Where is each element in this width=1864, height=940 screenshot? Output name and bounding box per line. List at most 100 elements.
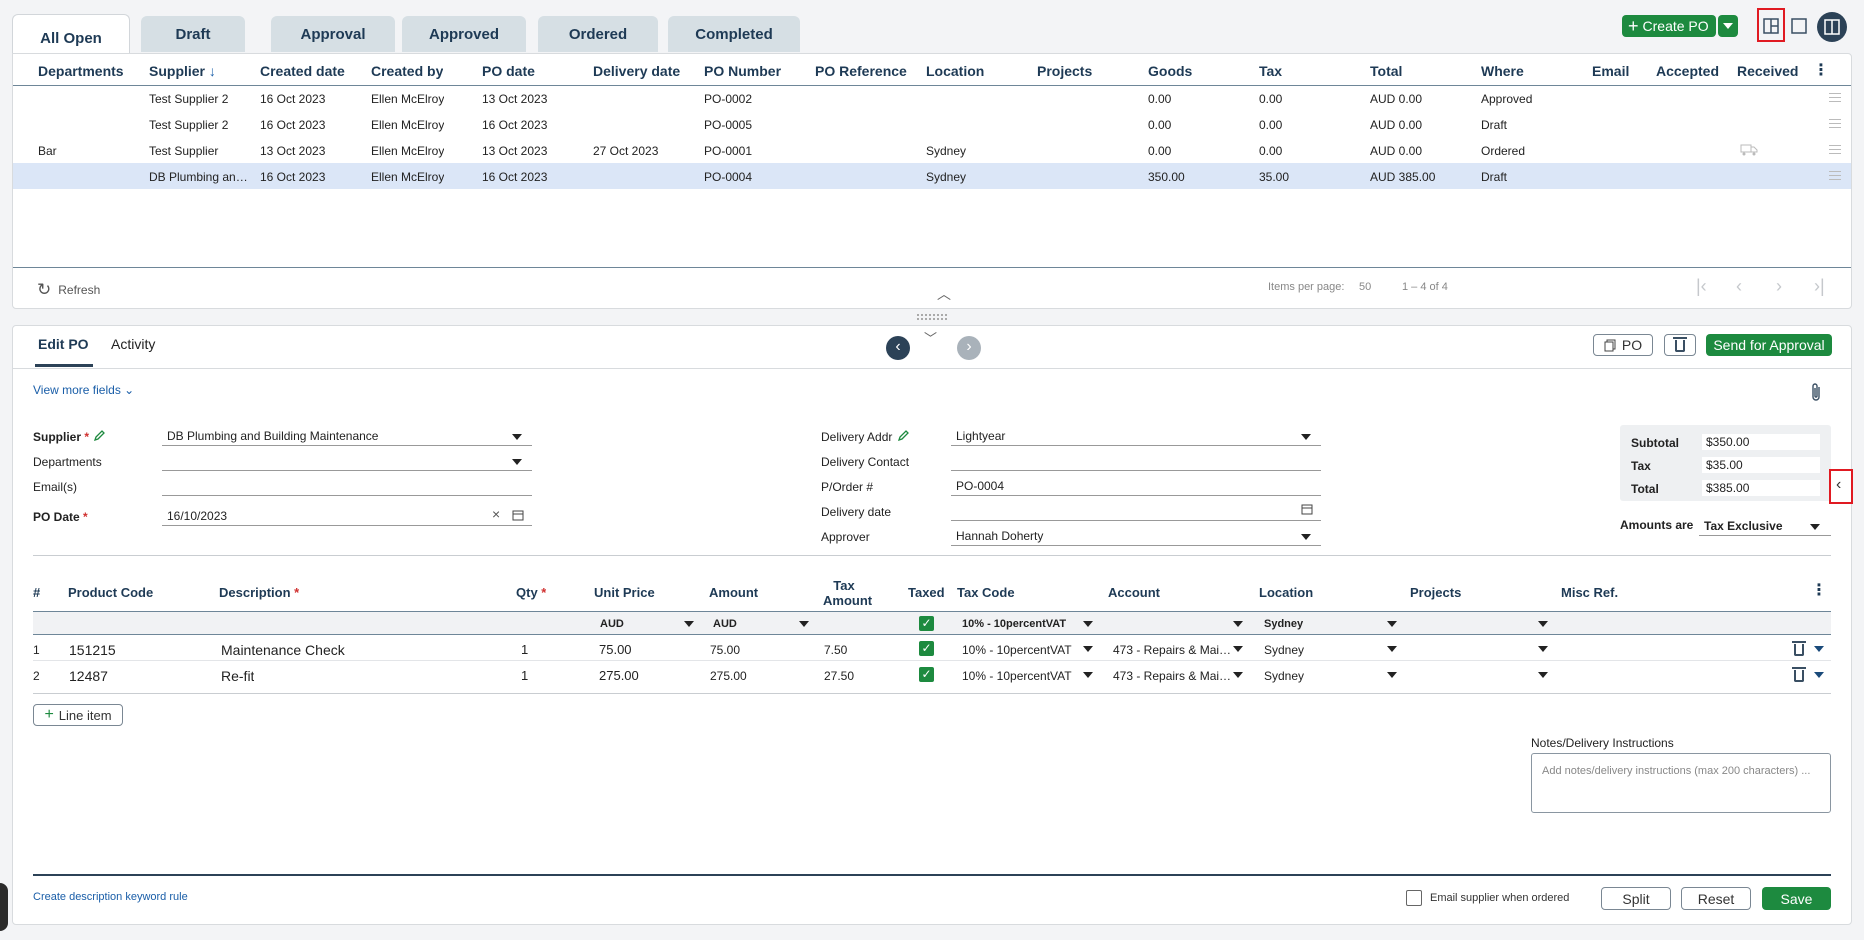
edit-pencil-icon[interactable] (94, 430, 105, 441)
col-delivery-date[interactable]: Delivery date (593, 63, 680, 79)
collapse-up-icon[interactable]: ︿ (937, 284, 951, 304)
col-supplier[interactable]: Supplier ↓ (149, 63, 216, 79)
col-created-date[interactable]: Created date (260, 63, 345, 79)
delivery-date-field[interactable] (951, 501, 1321, 521)
approver-select[interactable]: Hannah Doherty (951, 526, 1321, 546)
trash-icon[interactable] (1792, 667, 1806, 682)
col-goods[interactable]: Goods (1148, 63, 1192, 79)
supplier-select[interactable]: DB Plumbing and Building Maintenance (162, 426, 532, 446)
unit-price-field[interactable]: 275.00 (599, 668, 639, 683)
create-po-button[interactable]: + Create PO (1622, 15, 1716, 37)
col-where[interactable]: Where (1481, 63, 1524, 79)
next-page-icon[interactable]: › (1776, 276, 1782, 297)
product-code-field[interactable]: 151215 (69, 642, 116, 658)
col-po-reference[interactable]: PO Reference (815, 63, 907, 79)
departments-select[interactable] (162, 451, 532, 471)
delivery-contact-field[interactable] (951, 451, 1321, 471)
trash-icon[interactable] (1792, 641, 1806, 656)
unit-price-currency-select[interactable]: AUD (600, 618, 624, 630)
default-projects-chevron-icon[interactable] (1538, 621, 1548, 627)
col-location[interactable]: Location (926, 63, 984, 79)
tax-code-select[interactable]: 10% - 10percentVAT (962, 669, 1072, 683)
attachment-icon[interactable] (1809, 381, 1823, 403)
emails-field[interactable] (162, 476, 532, 496)
collapse-totals-button[interactable]: ‹ (1829, 469, 1853, 504)
single-layout-button[interactable] (1791, 18, 1807, 34)
table-row[interactable]: Test Supplier 2 16 Oct 2023 Ellen McElro… (13, 111, 1851, 137)
expand-line-icon[interactable] (1814, 672, 1824, 678)
taxed-checkbox[interactable]: ✓ (919, 667, 934, 682)
col-accepted[interactable]: Accepted (1656, 63, 1719, 79)
description-field[interactable]: Re-fit (221, 668, 254, 684)
tax-code-select[interactable]: 10% - 10percentVAT (962, 643, 1072, 657)
default-location-select[interactable]: Sydney (1264, 618, 1303, 630)
items-per-page-select[interactable]: 50 (1359, 281, 1371, 293)
create-keyword-rule-link[interactable]: Create description keyword rule (33, 891, 188, 903)
side-layout-button[interactable] (1817, 12, 1847, 42)
expand-line-icon[interactable] (1814, 646, 1824, 652)
col-total[interactable]: Total (1370, 63, 1402, 79)
resize-handle[interactable] (917, 314, 947, 320)
email-supplier-checkbox[interactable] (1406, 890, 1422, 906)
row-menu-icon[interactable] (1829, 119, 1841, 128)
line-column-menu-icon[interactable]: ⋮ (1811, 580, 1827, 600)
location-select[interactable]: Sydney (1264, 643, 1304, 657)
row-menu-icon[interactable] (1829, 145, 1841, 154)
first-page-icon[interactable]: |‹ (1696, 276, 1707, 297)
next-record-button[interactable]: › (957, 336, 981, 360)
unit-price-field[interactable]: 75.00 (599, 642, 632, 657)
prev-page-icon[interactable]: ‹ (1736, 276, 1742, 297)
account-select[interactable]: 473 - Repairs & Main… (1113, 669, 1233, 683)
notes-textarea[interactable]: Add notes/delivery instructions (max 200… (1531, 753, 1831, 813)
col-email[interactable]: Email (1592, 63, 1629, 79)
line-item-row[interactable]: 2 12487 Re-fit 1 275.00 275.00 27.50 ✓ 1… (33, 662, 1831, 688)
col-tax[interactable]: Tax (1259, 63, 1282, 79)
row-menu-icon[interactable] (1829, 93, 1841, 102)
tab-approval[interactable]: Approval (271, 16, 395, 52)
save-button[interactable]: Save (1762, 887, 1831, 910)
qty-field[interactable]: 1 (521, 642, 528, 657)
line-item-row[interactable]: 1 151215 Maintenance Check 1 75.00 75.00… (33, 636, 1831, 662)
split-layout-button[interactable] (1757, 8, 1785, 42)
collapse-down-icon[interactable]: ﹀ (924, 328, 937, 347)
refresh-button[interactable]: ↻ Refresh (37, 280, 100, 300)
row-menu-icon[interactable] (1829, 171, 1841, 180)
tab-completed[interactable]: Completed (668, 16, 800, 52)
view-more-fields-link[interactable]: View more fields ⌄ (33, 383, 134, 397)
default-account-chevron-icon[interactable] (1233, 621, 1243, 627)
send-for-approval-button[interactable]: Send for Approval (1706, 334, 1832, 356)
col-received[interactable]: Received (1737, 63, 1798, 79)
col-po-date[interactable]: PO date (482, 63, 535, 79)
po-pdf-button[interactable]: PO (1593, 334, 1653, 356)
create-po-dropdown[interactable] (1718, 15, 1738, 37)
projects-chevron-icon[interactable] (1538, 646, 1548, 652)
prev-record-button[interactable]: ‹ (886, 336, 910, 360)
default-taxed-checkbox[interactable]: ✓ (919, 616, 934, 631)
tab-ordered[interactable]: Ordered (538, 16, 658, 52)
edit-pencil-icon[interactable] (898, 430, 909, 441)
default-tax-code-select[interactable]: 10% - 10percentVAT (962, 618, 1066, 630)
porder-field[interactable]: PO-0004 (951, 476, 1321, 496)
account-select[interactable]: 473 - Repairs & Main… (1113, 643, 1233, 657)
tab-approved[interactable]: Approved (402, 16, 526, 52)
product-code-field[interactable]: 12487 (69, 668, 108, 684)
tab-edit-po[interactable]: Edit PO (38, 336, 89, 352)
col-departments[interactable]: Departments (38, 63, 124, 79)
last-page-icon[interactable]: ›| (1814, 276, 1825, 297)
split-button[interactable]: Split (1601, 887, 1671, 910)
column-menu-icon[interactable]: ⋮ (1813, 60, 1829, 80)
delivery-addr-select[interactable]: Lightyear (951, 426, 1321, 446)
col-po-number[interactable]: PO Number (704, 63, 781, 79)
tab-draft[interactable]: Draft (141, 16, 245, 52)
po-date-field[interactable]: 16/10/2023 (162, 506, 532, 526)
qty-field[interactable]: 1 (521, 668, 528, 683)
projects-chevron-icon[interactable] (1538, 672, 1548, 678)
location-select[interactable]: Sydney (1264, 669, 1304, 683)
delete-po-button[interactable] (1664, 334, 1696, 356)
amount-currency-select[interactable]: AUD (713, 618, 737, 630)
side-handle[interactable] (0, 883, 8, 931)
clear-icon[interactable]: × (492, 506, 500, 522)
table-row[interactable]: Test Supplier 2 16 Oct 2023 Ellen McElro… (13, 85, 1851, 111)
calendar-icon[interactable] (1301, 503, 1313, 515)
taxed-checkbox[interactable]: ✓ (919, 641, 934, 656)
